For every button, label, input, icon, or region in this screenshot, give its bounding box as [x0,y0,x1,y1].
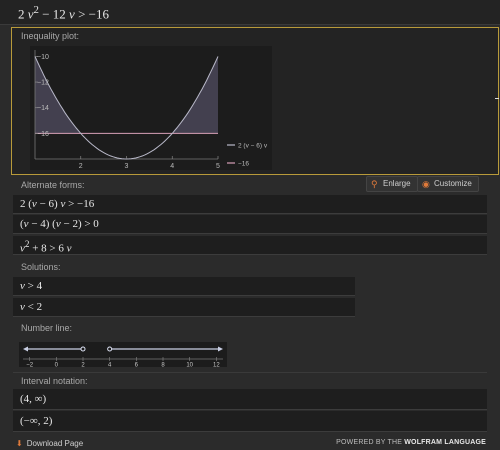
x-tick-label: 4 [170,163,174,170]
pod-title-interval-notation: Interval notation: [21,376,88,386]
y-tick-label: −10 [37,54,49,61]
inequality-plot-chart: −10 −12 −14 −16 2 3 4 5 2 (v − 6) v −16 [30,46,272,170]
y-tick-label: −12 [37,80,49,87]
y-tick-label: −14 [37,105,49,112]
powered-by: POWERED BY THE WOLFRAM LANGUAGE [336,439,486,446]
x-tick-label: 2 [79,163,83,170]
interval-row: (4, ∞) [13,389,487,410]
palette-icon: ◉ [422,179,430,189]
customize-label: Customize [434,179,472,188]
enlarge-label: Enlarge [383,179,411,188]
pod-title-solutions: Solutions: [21,262,61,272]
enlarge-button[interactable]: ⚲ Enlarge [366,176,418,192]
number-line-tick-label: 10 [186,363,193,368]
alternate-form-row: v2 + 8 > 6 v [13,236,487,255]
interval-row: (−∞, 2) [13,411,487,432]
solution-row: v > 4 [13,277,355,296]
solution-text: v > 4 [20,280,43,292]
footer: ⬇ Download Page POWERED BY THE WOLFRAM LA… [0,436,500,450]
query-input[interactable]: 2 v2 − 12 v > −16 [18,4,109,22]
customize-button[interactable]: ◉ Customize [417,176,479,192]
text-cursor [495,98,499,99]
interval-text: (−∞, 2) [20,415,53,427]
alternate-form-text: v2 + 8 > 6 v [20,239,72,255]
alternate-form-row: (v − 4) (v − 2) > 0 [13,215,487,234]
open-point [80,346,86,352]
x-tick-label: 3 [125,163,129,170]
alternate-form-row: 2 (v − 6) v > −16 [13,195,487,214]
number-line-tick-label: −2 [26,363,34,368]
solution-text: v < 2 [20,301,43,313]
number-line-chart: −2 0 2 4 6 8 10 12 [19,342,227,367]
download-label: Download Page [26,439,84,448]
download-icon: ⬇ [16,439,23,448]
open-point [107,346,113,352]
legend-label: −16 [238,161,249,168]
pod-title-number-line: Number line: [21,323,73,333]
legend-label: 2 (v − 6) v [238,143,268,150]
download-page-link[interactable]: ⬇ Download Page [16,439,83,448]
alternate-form-text: 2 (v − 6) v > −16 [20,198,95,210]
magnifier-icon: ⚲ [371,179,378,189]
alternate-form-text: (v − 4) (v − 2) > 0 [20,218,99,230]
y-tick-label: −16 [37,131,49,138]
number-line-background [19,342,227,367]
interval-text: (4, ∞) [20,393,47,405]
pod-title-inequality-plot: Inequality plot: [21,31,80,41]
solution-row: v < 2 [13,298,355,317]
number-line-tick-label: 12 [213,363,220,368]
query-bar: 2 v2 − 12 v > −16 [0,0,500,25]
divider [13,372,487,373]
pod-title-alternate-forms: Alternate forms: [21,180,85,190]
powered-brand: WOLFRAM LANGUAGE [404,439,486,446]
powered-prefix: POWERED BY THE [336,439,403,446]
x-tick-label: 5 [216,163,220,170]
